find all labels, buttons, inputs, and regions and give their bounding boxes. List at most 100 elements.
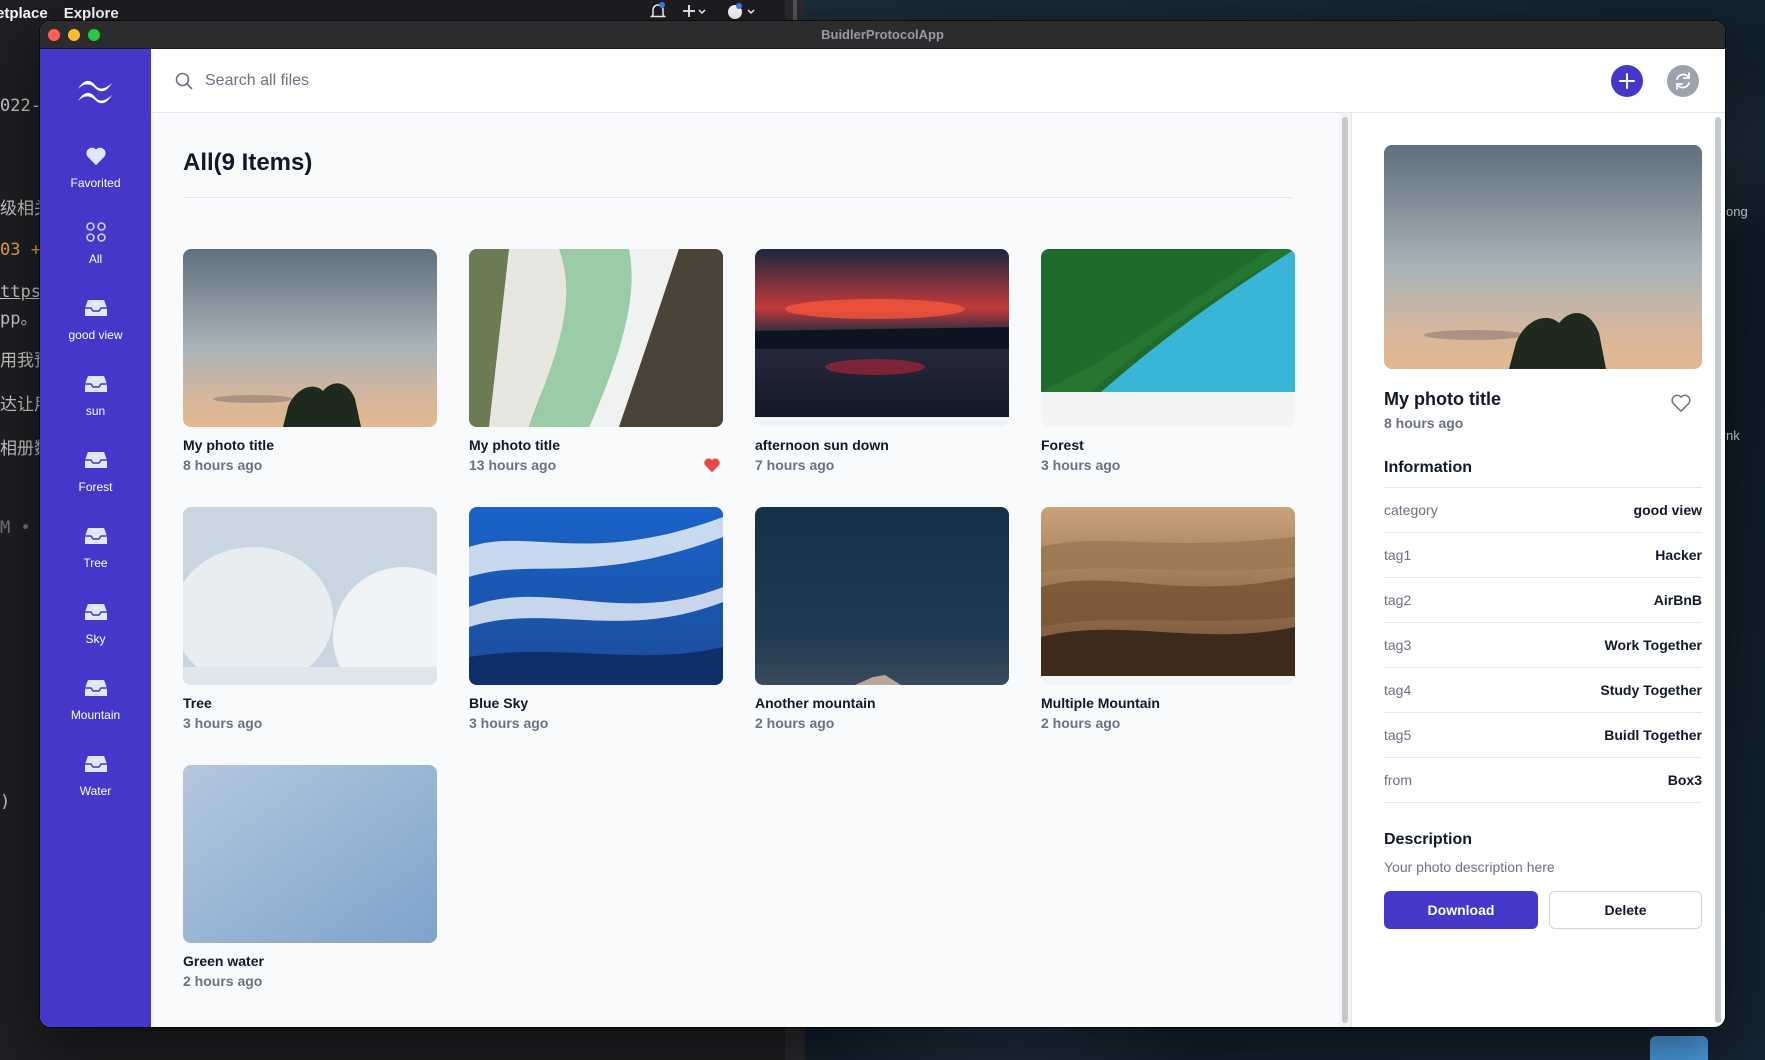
folder-icon[interactable]: [1650, 1036, 1708, 1060]
minimize-window-button[interactable]: [68, 29, 80, 41]
editor-snippet: pp。: [0, 309, 38, 329]
maximize-window-button[interactable]: [88, 29, 100, 41]
sidebar-item-label: Tree: [83, 556, 108, 570]
editor-snippet: ttps: [0, 282, 41, 302]
window-title: BuidlerProtocolApp: [821, 27, 944, 42]
information-list: category good view tag1 Hacker tag2 AirB…: [1384, 487, 1702, 803]
photo-title: My photo title: [183, 437, 274, 453]
sidebar-item-good-view[interactable]: good view: [40, 296, 151, 362]
sidebar-item-forest[interactable]: Forest: [40, 448, 151, 514]
info-key: from: [1384, 772, 1412, 788]
photo-thumbnail[interactable]: [469, 507, 723, 685]
favorite-toggle-heart-icon[interactable]: [1670, 393, 1692, 418]
info-row-from: from Box3: [1384, 758, 1702, 803]
menu-explore[interactable]: Explore: [64, 5, 119, 22]
sidebar-item-all[interactable]: All: [40, 220, 151, 286]
photo-title: afternoon sun down: [755, 437, 889, 453]
sidebar-item-label: Favorited: [70, 176, 121, 190]
inbox-icon: [84, 676, 108, 700]
photo-card[interactable]: Blue Sky 3 hours ago: [469, 507, 723, 731]
refresh-button[interactable]: [1667, 65, 1699, 97]
gallery-content: All(9 Items) My photo title 8 hours ago: [151, 113, 1339, 1027]
window-titlebar: BuidlerProtocolApp: [40, 21, 1725, 49]
close-window-button[interactable]: [48, 29, 60, 41]
photo-title: Multiple Mountain: [1041, 695, 1160, 711]
photo-title: My photo title: [469, 437, 560, 453]
info-value: Hacker: [1655, 547, 1702, 563]
sidebar-item-favorited[interactable]: Favorited: [40, 144, 151, 210]
info-row-tag4: tag4 Study Together: [1384, 668, 1702, 713]
photo-card[interactable]: My photo title 8 hours ago: [183, 249, 437, 473]
photo-card[interactable]: Forest 3 hours ago: [1041, 249, 1295, 473]
add-button[interactable]: [1611, 65, 1643, 97]
top-bar: [151, 49, 1725, 113]
desktop-side-text: ong: [1726, 204, 1748, 219]
info-row-tag3: tag3 Work Together: [1384, 623, 1702, 668]
sidebar-item-sun[interactable]: sun: [40, 372, 151, 438]
sidebar-item-label: Forest: [78, 480, 113, 494]
favorite-heart-icon[interactable]: [703, 457, 721, 478]
info-value: Buidl Together: [1604, 727, 1702, 743]
photo-thumbnail[interactable]: [755, 249, 1009, 427]
details-panel: My photo title 8 hours ago Information c…: [1351, 113, 1725, 1027]
photo-time: 8 hours ago: [183, 457, 263, 473]
search-icon: [174, 71, 194, 96]
info-row-tag2: tag2 AirBnB: [1384, 578, 1702, 623]
sidebar-item-sky[interactable]: Sky: [40, 600, 151, 666]
photo-thumbnail[interactable]: [1041, 507, 1295, 685]
info-key: tag3: [1384, 637, 1412, 653]
detail-title: My photo title: [1384, 389, 1501, 409]
main-area: All(9 Items) My photo title 8 hours ago: [151, 49, 1725, 1027]
info-value: AirBnB: [1653, 592, 1702, 608]
details-scrollbar[interactable]: [1715, 117, 1721, 1023]
search-input[interactable]: [205, 67, 1105, 95]
menu-marketplace[interactable]: etplace: [0, 5, 48, 22]
info-key: tag2: [1384, 592, 1412, 608]
information-heading: Information: [1384, 459, 1472, 476]
logo-icon[interactable]: [74, 77, 116, 105]
sidebar-item-label: sun: [85, 404, 106, 418]
sidebar-item-label: Water: [79, 784, 112, 798]
description-text: Your photo description here: [1384, 859, 1555, 875]
photo-time: 2 hours ago: [755, 715, 835, 731]
photo-card[interactable]: Another mountain 2 hours ago: [755, 507, 1009, 731]
photo-time: 7 hours ago: [755, 457, 835, 473]
sidebar: Favorited All good view sun Forest Tree …: [40, 49, 151, 1027]
photo-thumbnail[interactable]: [469, 249, 723, 427]
photo-title: Forest: [1041, 437, 1084, 453]
photo-card[interactable]: Tree 3 hours ago: [183, 507, 437, 731]
photo-thumbnail[interactable]: [183, 507, 437, 685]
sidebar-item-water[interactable]: Water: [40, 752, 151, 818]
sidebar-item-mountain[interactable]: Mountain: [40, 676, 151, 742]
photo-thumbnail[interactable]: [183, 765, 437, 943]
window-controls: [48, 29, 100, 41]
grid-icon: [84, 220, 108, 244]
sidebar-item-label: Mountain: [70, 708, 121, 722]
photo-title: Another mountain: [755, 695, 876, 711]
info-value: Work Together: [1604, 637, 1703, 653]
info-row-tag1: tag1 Hacker: [1384, 533, 1702, 578]
sidebar-item-label: All: [88, 252, 103, 266]
sidebar-item-label: good view: [68, 328, 123, 342]
photo-time: 3 hours ago: [183, 715, 263, 731]
editor-snippet: M •: [0, 518, 31, 538]
detail-time: 8 hours ago: [1384, 415, 1464, 431]
photo-card[interactable]: afternoon sun down 7 hours ago: [755, 249, 1009, 473]
photo-thumbnail[interactable]: [755, 507, 1009, 685]
delete-button[interactable]: Delete: [1549, 891, 1702, 929]
photo-time: 2 hours ago: [1041, 715, 1121, 731]
photo-card[interactable]: Green water 2 hours ago: [183, 765, 437, 989]
gallery-scrollbar[interactable]: [1342, 117, 1348, 1023]
photo-thumbnail[interactable]: [183, 249, 437, 427]
inbox-icon: [84, 372, 108, 396]
sidebar-item-tree[interactable]: Tree: [40, 524, 151, 590]
plus-icon: [1619, 73, 1635, 89]
photo-thumbnail[interactable]: [1041, 249, 1295, 427]
photo-title: Green water: [183, 953, 264, 969]
download-button[interactable]: Download: [1384, 891, 1538, 929]
photo-card[interactable]: My photo title 13 hours ago: [469, 249, 723, 473]
photo-card[interactable]: Multiple Mountain 2 hours ago: [1041, 507, 1295, 731]
info-key: category: [1384, 502, 1438, 518]
info-key: tag4: [1384, 682, 1412, 698]
inbox-icon: [84, 296, 108, 320]
